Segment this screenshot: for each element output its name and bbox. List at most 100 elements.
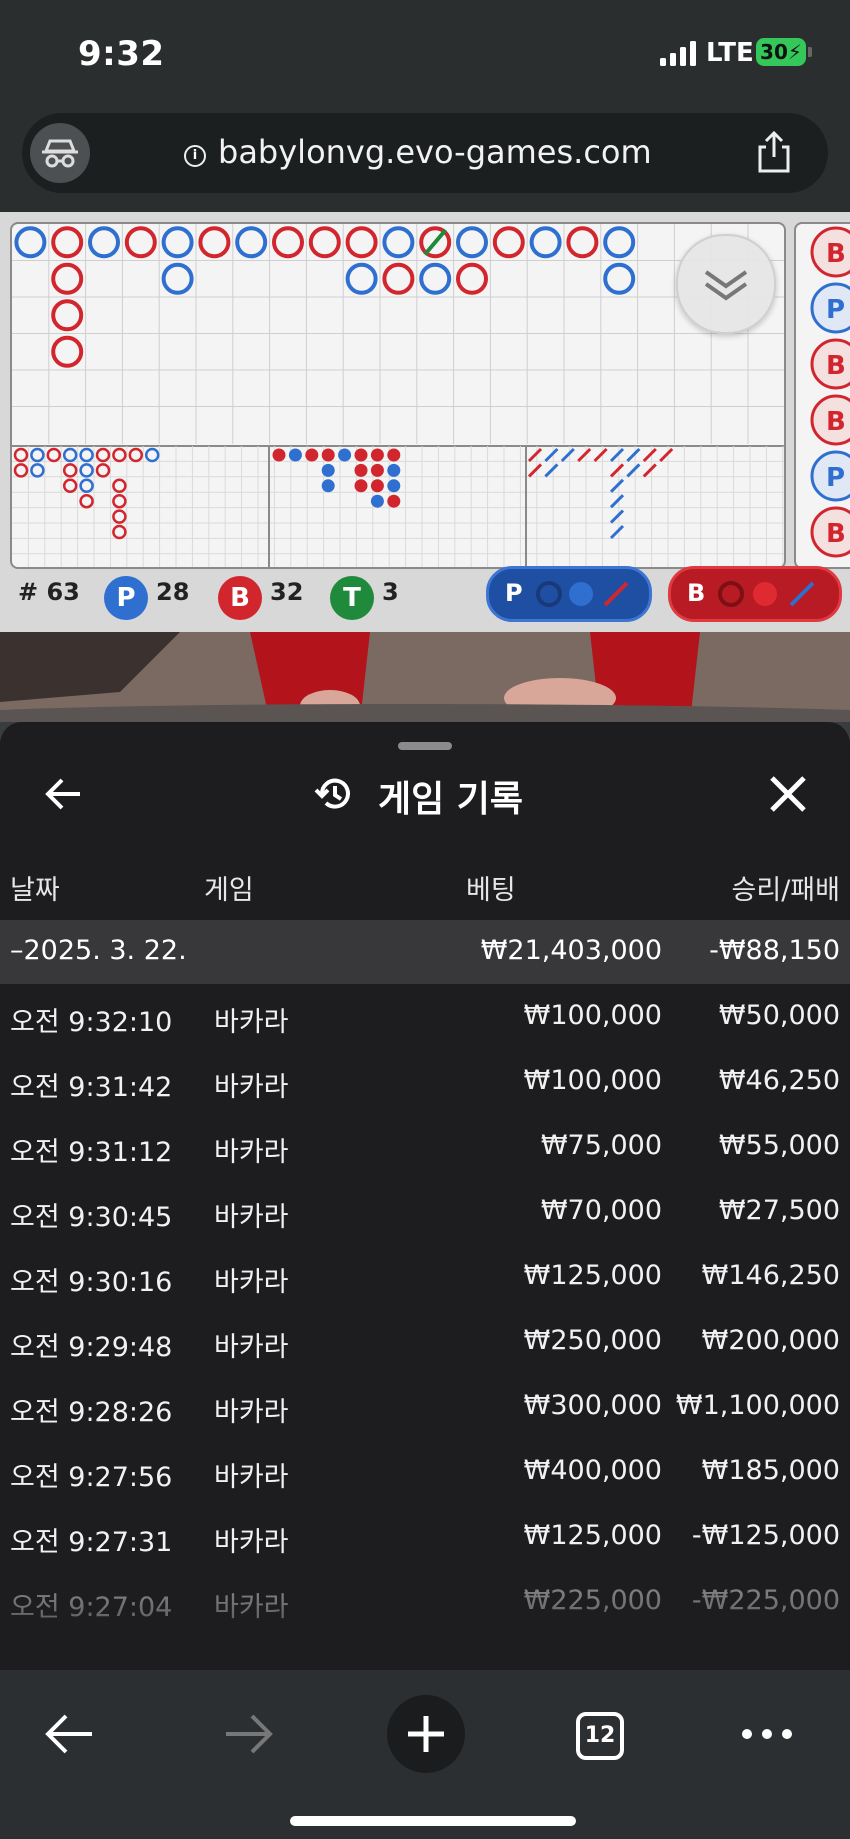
row-bet: ₩250,000 [523, 1325, 662, 1356]
player-predict-icons [536, 581, 629, 607]
small-road-mark [95, 463, 111, 478]
small-road-mark [79, 493, 94, 509]
side-results: BPBBPB [810, 226, 850, 558]
small-road-mark [144, 447, 160, 463]
history-row[interactable]: 오전 9:29:48 바카라 ₩250,000 ₩200,000 [0, 1309, 850, 1374]
row-game: 바카라 [214, 1202, 289, 1233]
row-bet: ₩400,000 [523, 1455, 662, 1486]
bead-dot [321, 448, 335, 462]
banker-predict-icons [718, 581, 815, 607]
bead-dot [387, 494, 401, 508]
sheet-title: 게임 기록 [378, 779, 524, 820]
banker-predict-button[interactable]: B [668, 566, 842, 622]
banker-predict-letter: B [687, 579, 706, 607]
history-row[interactable]: 오전 9:27:56 바카라 ₩400,000 ₩185,000 [0, 1439, 850, 1504]
bead-dot [354, 448, 368, 462]
chevron-down-icon [704, 270, 748, 301]
bead-mark [51, 299, 84, 332]
small-road-mark [128, 447, 144, 463]
row-game: 바카라 [214, 1137, 289, 1168]
row-time: 오전 9:30:45 [10, 1202, 173, 1233]
browser-bottom-bar: 12 [0, 1670, 850, 1839]
forward-icon[interactable] [222, 1712, 274, 1756]
date-group-row[interactable]: –2025. 3. 22. ₩21,403,000 -₩88,150 [0, 920, 850, 984]
row-result: ₩50,000 [718, 1000, 840, 1031]
bead-mark [51, 335, 84, 368]
cockroach-mark [642, 447, 657, 463]
battery-icon: 30⚡ [756, 38, 806, 66]
game-history-sheet: 게임 기록 날짜 게임 베팅 승리/패배 –2025. 3. 22. ₩21,4… [0, 722, 850, 1670]
bead-dot [387, 463, 401, 477]
date-group-label: –2025. 3. 22. [10, 935, 187, 966]
row-game: 바카라 [214, 1462, 289, 1493]
bead-dot [354, 479, 368, 493]
round-count: # 63 [18, 578, 80, 606]
bead-mark [492, 226, 525, 259]
battery-tip [808, 47, 812, 57]
history-row[interactable]: 오전 9:27:31 바카라 ₩125,000 -₩125,000 [0, 1504, 850, 1569]
small-road-mark [112, 524, 127, 540]
bead-mark [161, 262, 194, 295]
back-arrow-icon[interactable] [44, 774, 84, 814]
history-row[interactable]: 오전 9:31:12 바카라 ₩75,000 ₩55,000 [0, 1114, 850, 1179]
small-road-mark [13, 447, 29, 463]
cockroach-mark [609, 494, 625, 509]
row-result: ₩46,250 [718, 1065, 840, 1096]
bead-dot [288, 448, 302, 462]
history-row[interactable]: 오전 9:30:16 바카라 ₩125,000 ₩146,250 [0, 1244, 850, 1309]
row-time: 오전 9:27:56 [10, 1462, 173, 1493]
incognito-icon[interactable] [30, 123, 90, 183]
small-road-mark [62, 478, 78, 494]
row-time: 오전 9:32:10 [10, 1007, 173, 1038]
share-icon[interactable] [752, 129, 796, 175]
more-icon[interactable] [740, 1724, 794, 1744]
bead-mark [456, 226, 488, 259]
small-road-mark [79, 447, 94, 463]
history-row[interactable]: 오전 9:28:26 바카라 ₩300,000 ₩1,100,000 [0, 1374, 850, 1439]
row-time: 오전 9:30:16 [10, 1267, 173, 1298]
close-icon[interactable] [766, 772, 810, 816]
history-row[interactable]: 오전 9:31:42 바카라 ₩100,000 ₩46,250 [0, 1049, 850, 1114]
bead-dot [370, 448, 384, 462]
cockroach-mark [593, 447, 608, 463]
history-row[interactable]: 오전 9:30:45 바카라 ₩70,000 ₩27,500 [0, 1179, 850, 1244]
row-bet: ₩70,000 [540, 1195, 662, 1226]
row-result: ₩146,250 [701, 1260, 840, 1291]
sheet-drag-handle[interactable] [398, 742, 452, 750]
history-row[interactable]: 오전 9:32:10 바카라 ₩100,000 ₩50,000 [0, 984, 850, 1049]
url-text[interactable]: babylonvg.evo-games.com [218, 133, 652, 171]
small-road-mark [112, 493, 127, 509]
new-tab-icon[interactable] [386, 1694, 466, 1774]
small-road-mark [30, 463, 45, 478]
back-icon[interactable] [44, 1712, 96, 1756]
cockroach-mark [626, 447, 641, 463]
cockroach-mark [626, 463, 641, 478]
player-predict-button[interactable]: P [486, 566, 652, 622]
bead-mark [529, 226, 562, 259]
header-result: 승리/패배 [731, 875, 840, 906]
row-result: ₩55,000 [718, 1130, 840, 1161]
address-bar[interactable]: i babylonvg.evo-games.com [22, 113, 828, 193]
bead-mark [603, 262, 636, 295]
small-road-mark [112, 447, 127, 463]
home-indicator [290, 1816, 576, 1826]
bead-mark [272, 226, 304, 259]
bead-mark [88, 226, 120, 259]
bead-mark [198, 226, 231, 259]
banker-count: 32 [270, 578, 304, 606]
row-result: ₩1,100,000 [675, 1390, 840, 1421]
bead-mark [51, 226, 84, 259]
info-icon[interactable]: i [184, 145, 206, 167]
row-game: 바카라 [214, 1072, 289, 1103]
row-result: ₩185,000 [701, 1455, 840, 1486]
row-bet: ₩75,000 [540, 1130, 662, 1161]
status-time: 9:32 [78, 34, 165, 74]
small-road-mark [112, 478, 127, 494]
header-game: 게임 [204, 875, 254, 906]
tie-count: 3 [382, 578, 399, 606]
row-game: 바카라 [214, 1267, 289, 1298]
collapse-roadmap-button[interactable] [676, 234, 776, 334]
row-bet: ₩300,000 [523, 1390, 662, 1421]
bead-mark [456, 262, 488, 295]
tabs-icon[interactable]: 12 [576, 1712, 624, 1760]
